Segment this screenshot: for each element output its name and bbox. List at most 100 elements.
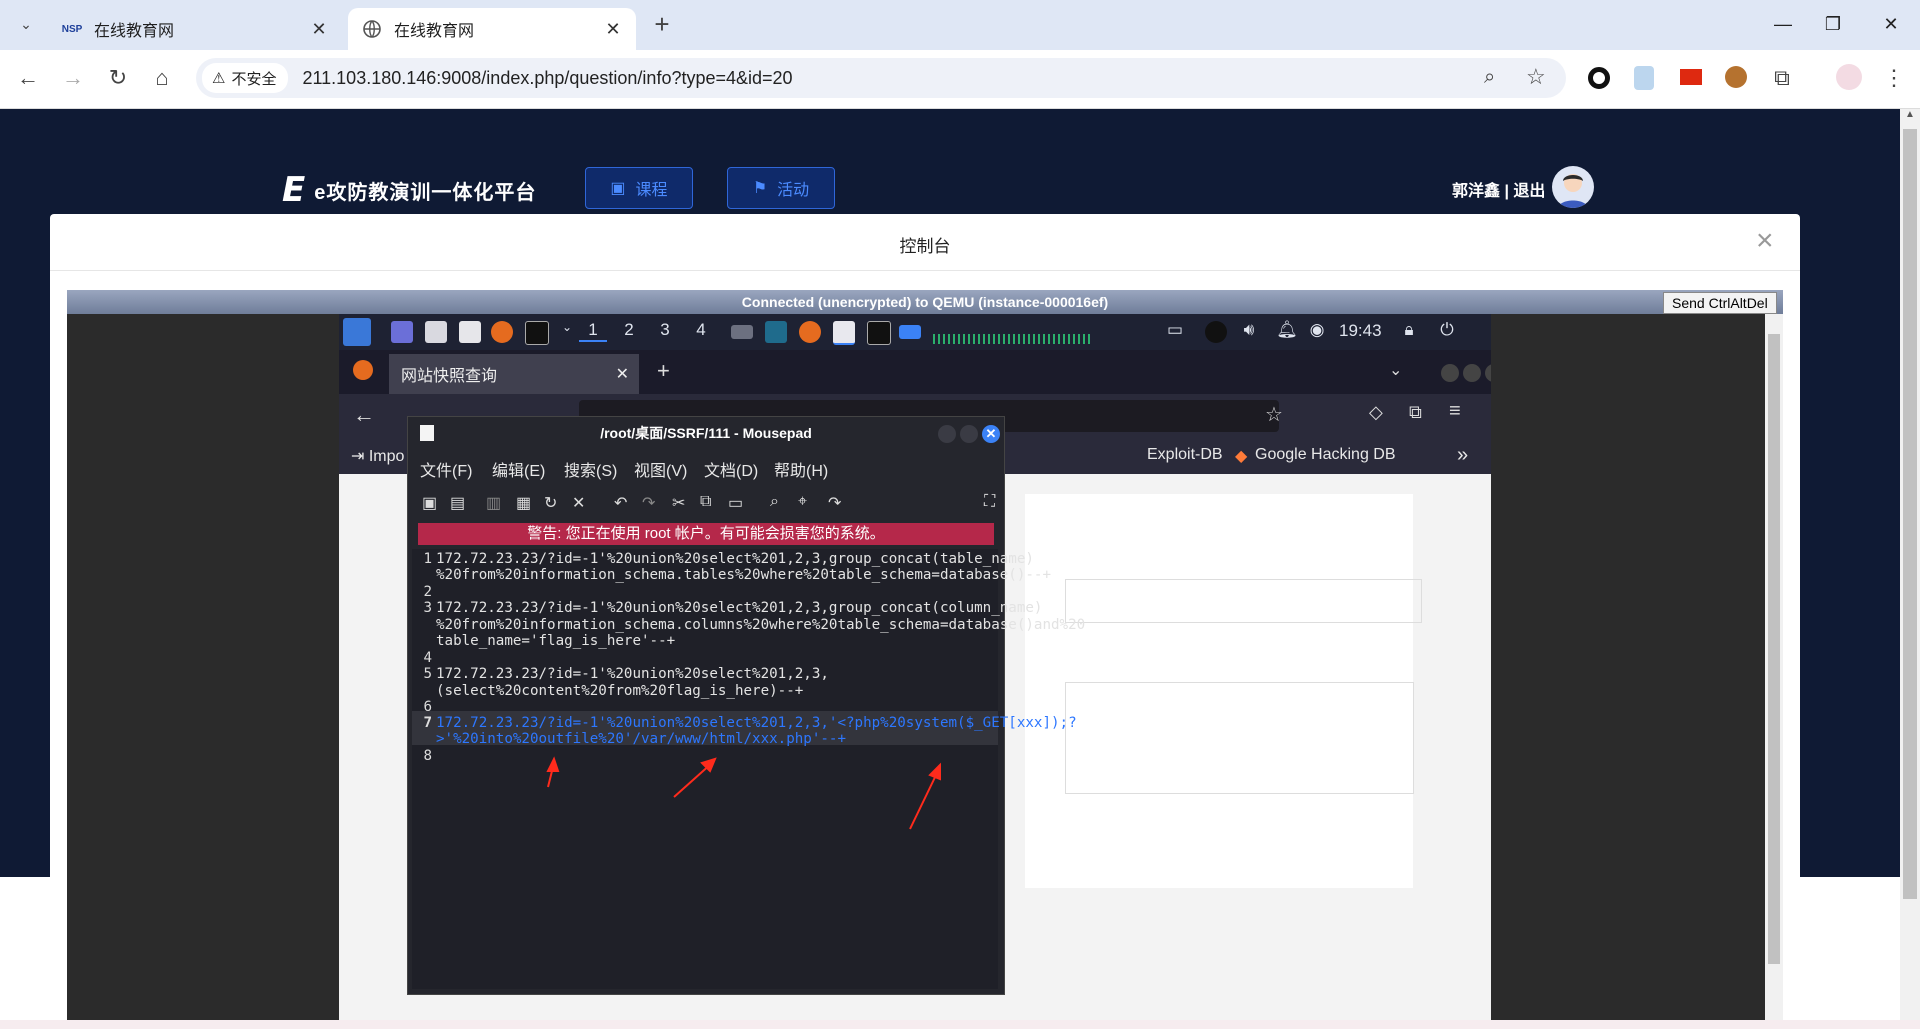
goto-line-icon[interactable]: ↷ <box>828 493 841 513</box>
extensions-icon[interactable]: ⧉ <box>1409 402 1422 423</box>
more-bookmarks-icon[interactable]: » <box>1457 444 1468 467</box>
back-icon[interactable]: ← <box>10 60 46 96</box>
user-name[interactable]: 郭洋鑫 <box>1452 183 1500 200</box>
fullscreen-icon[interactable]: ⛶ <box>984 493 995 511</box>
address-bar[interactable]: ⚠ 不安全 211.103.180.146:9008/index.php/que… <box>196 58 1566 98</box>
bookmark-exploit-db[interactable]: Exploit-DB <box>1147 446 1223 464</box>
clock[interactable]: 19:43 <box>1339 321 1382 341</box>
menu-edit[interactable]: 编辑(E) <box>492 457 545 481</box>
firefox-icon[interactable] <box>491 321 513 343</box>
china-flag-icon[interactable] <box>1680 69 1702 85</box>
mousepad-window[interactable]: /root/桌面/SSRF/111 - Mousepad ✕ 文件(F) 编辑(… <box>407 416 1085 995</box>
files-icon[interactable] <box>425 321 447 343</box>
search-replace-icon[interactable]: ⌖ <box>798 493 807 511</box>
security-indicator[interactable]: ⚠ 不安全 <box>202 63 289 93</box>
editor-icon[interactable] <box>459 321 481 343</box>
modal-close-icon[interactable]: × <box>1756 224 1774 258</box>
browser-tab-1[interactable]: NSP 在线教育网 ✕ <box>48 8 342 50</box>
search-icon[interactable]: ⌕ <box>770 493 779 511</box>
mousepad-titlebar[interactable]: /root/桌面/SSRF/111 - Mousepad ✕ <box>408 417 1004 453</box>
undo-icon[interactable]: ↶ <box>614 493 627 513</box>
new-tab-icon[interactable]: + <box>657 358 670 384</box>
nav-course-button[interactable]: ▣ 课程 <box>585 167 693 209</box>
menu-view[interactable]: 视图(V) <box>634 457 687 481</box>
url-text[interactable]: 211.103.180.146:9008/index.php/question/… <box>302 68 792 89</box>
avatar[interactable] <box>1552 166 1594 208</box>
bookmark-star-icon[interactable]: ☆ <box>1265 402 1283 427</box>
nav-activity-button[interactable]: ⚑ 活动 <box>727 167 835 209</box>
send-ctrl-alt-del-button[interactable]: Send CtrlAltDel <box>1663 292 1777 314</box>
paste-icon[interactable]: ▭ <box>728 493 743 513</box>
workspace-2[interactable]: 2 <box>615 320 643 340</box>
browser-tab-2[interactable]: 在线教育网 ✕ <box>348 8 636 50</box>
scroll-up-icon[interactable]: ▲ <box>1900 109 1920 127</box>
minimize-circle-icon[interactable] <box>1441 364 1459 382</box>
vnc-scrollbar[interactable] <box>1765 314 1783 1029</box>
cookie-icon[interactable] <box>1725 66 1747 88</box>
bookmark-import[interactable]: ⇥ Impo <box>351 446 404 466</box>
save-icon[interactable]: ▥ <box>486 493 501 513</box>
extensions-puzzle-icon[interactable]: ⧉ <box>1764 60 1800 96</box>
menu-file[interactable]: 文件(F) <box>420 457 472 481</box>
kali-menu-icon[interactable] <box>343 318 371 346</box>
workspace-1[interactable]: 1 <box>579 320 607 342</box>
zoom-icon[interactable]: ⌕ <box>1484 66 1495 89</box>
bookmark-google-hacking-db[interactable]: Google Hacking DB <box>1255 446 1396 464</box>
extension-circle-icon[interactable] <box>1588 67 1610 89</box>
page-scrollbar[interactable]: ▲ <box>1900 109 1920 1029</box>
mousepad-window-icon[interactable] <box>833 321 855 345</box>
workspace-4[interactable]: 4 <box>687 320 715 340</box>
new-tab-button[interactable]: + <box>644 6 680 42</box>
terminal-window-icon[interactable] <box>867 321 891 345</box>
url-input[interactable] <box>1065 579 1422 623</box>
back-icon[interactable]: ← <box>353 402 375 428</box>
display-icon[interactable]: ▭ <box>1161 320 1189 340</box>
terminal-icon[interactable] <box>525 321 549 345</box>
extension-figure-icon[interactable] <box>1634 66 1654 90</box>
new-window-icon[interactable]: ▤ <box>450 493 465 513</box>
close-tab-icon[interactable]: ✕ <box>306 16 332 42</box>
window-icon[interactable] <box>731 325 753 339</box>
lock-icon[interactable]: 🔒︎ <box>1395 320 1423 340</box>
logout-icon[interactable]: ⏻ <box>1433 320 1461 340</box>
hamburger-menu-icon[interactable]: ≡ <box>1449 400 1461 423</box>
vnc-scroll-thumb[interactable] <box>1768 334 1780 964</box>
pocket-icon[interactable]: ◇ <box>1369 402 1383 423</box>
redo-icon[interactable]: ↷ <box>642 493 655 513</box>
menu-kebab-icon[interactable]: ⋮ <box>1876 60 1912 96</box>
text-editor[interactable]: 1 172.72.23.23/?id=-1'%20union%20select%… <box>412 549 1085 989</box>
logout-link[interactable]: 退出 <box>1513 183 1545 200</box>
close-tab-icon[interactable]: ✕ <box>600 16 626 42</box>
restore-icon[interactable]: ❐ <box>1804 0 1862 48</box>
desktop-icon[interactable] <box>391 321 413 343</box>
burp-icon[interactable] <box>765 321 787 343</box>
reload-icon[interactable]: ↻ <box>544 493 557 513</box>
firefox-window-icon[interactable] <box>799 321 821 343</box>
close-icon[interactable]: ✕ <box>572 493 585 513</box>
close-window-icon[interactable]: ✕ <box>1862 0 1920 48</box>
close-circle-icon[interactable]: ✕ <box>982 425 1000 443</box>
minimize-circle-icon[interactable] <box>938 425 956 443</box>
result-textarea[interactable] <box>1065 682 1414 794</box>
profile-avatar-icon[interactable] <box>1836 64 1862 90</box>
copy-icon[interactable]: ⧉ <box>700 493 711 511</box>
menu-help[interactable]: 帮助(H) <box>774 457 828 481</box>
volume-icon[interactable]: 🔊︎ <box>1235 320 1263 340</box>
new-file-icon[interactable]: ▣ <box>422 493 437 513</box>
menu-document[interactable]: 文档(D) <box>704 457 758 481</box>
save-as-icon[interactable]: ▦ <box>516 493 531 513</box>
site-brand[interactable]: E e攻防教演训一体化平台 <box>282 170 536 210</box>
firefox-tab[interactable]: 网站快照查询 ✕ <box>389 354 639 394</box>
chevron-down-icon[interactable]: ⌄ <box>553 320 581 334</box>
network-icon[interactable] <box>1205 321 1227 343</box>
page-scroll-thumb[interactable] <box>1903 129 1917 899</box>
maximize-circle-icon[interactable] <box>1463 364 1481 382</box>
cut-icon[interactable]: ✂ <box>672 493 685 513</box>
tab-list-icon[interactable]: ⌄ <box>1389 360 1402 380</box>
vnc-viewer[interactable]: Connected (unencrypted) to QEMU (instanc… <box>67 290 1783 1029</box>
maximize-circle-icon[interactable] <box>960 425 978 443</box>
close-tab-icon[interactable]: ✕ <box>616 364 629 384</box>
tab-search-icon[interactable]: ⌄ <box>10 6 42 42</box>
workspace-3[interactable]: 3 <box>651 320 679 340</box>
menu-search[interactable]: 搜索(S) <box>564 457 617 481</box>
